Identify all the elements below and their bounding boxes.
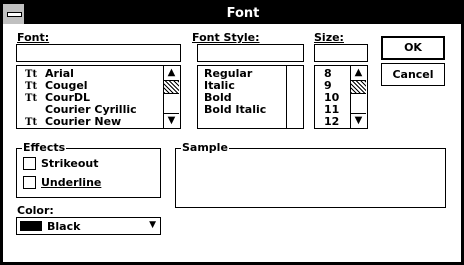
scroll-thumb[interactable] [164, 80, 179, 94]
scroll-thumb[interactable] [351, 80, 366, 94]
system-menu-icon [7, 12, 22, 17]
size-list[interactable]: 8 9 10 11 12 ▲ ▼ [314, 65, 368, 129]
color-value: Black [47, 220, 81, 233]
underline-label[interactable]: Underline [41, 176, 101, 189]
truetype-icon: Tt [25, 93, 38, 104]
truetype-icon: Tt [25, 117, 38, 128]
font-style-input[interactable] [197, 44, 304, 62]
window-title: Font [226, 6, 260, 21]
scroll-up-icon[interactable]: ▲ [351, 66, 366, 81]
strikeout-label[interactable]: Strikeout [41, 157, 99, 170]
size-label: Size: [314, 31, 344, 44]
font-list[interactable]: Tt Arial Tt Cougel Tt CourDL Courier Cyrill… [16, 65, 181, 129]
sample-group: Sample [175, 141, 446, 208]
cancel-button[interactable]: Cancel [381, 63, 445, 86]
scroll-up-icon[interactable]: ▲ [164, 66, 179, 81]
ok-button[interactable]: OK [381, 36, 445, 60]
system-menu-button[interactable] [3, 4, 25, 24]
dropdown-arrow-icon[interactable]: ▼ [149, 220, 156, 230]
font-name-input[interactable] [16, 44, 181, 62]
title-bar: Font [3, 4, 461, 24]
sample-label: Sample [181, 141, 229, 154]
color-dropdown[interactable]: Black ▼ [16, 217, 161, 235]
effects-label: Effects [22, 141, 67, 154]
effects-group: Effects [16, 141, 161, 198]
underline-checkbox[interactable] [23, 176, 36, 189]
font-style-list[interactable]: Regular Italic Bold Bold Italic [197, 65, 304, 129]
size-list-item[interactable]: 12 [324, 115, 339, 128]
color-label: Color: [17, 204, 54, 217]
font-style-item[interactable]: Bold Italic [204, 103, 266, 116]
font-style-scrollbar[interactable] [286, 66, 303, 128]
scroll-down-icon[interactable]: ▼ [351, 113, 366, 128]
strikeout-checkbox[interactable] [23, 157, 36, 170]
font-style-label: Font Style: [192, 31, 260, 44]
font-label: Font: [17, 31, 50, 44]
color-swatch [20, 221, 42, 231]
font-dialog: Font Font: Tt Arial Tt Cougel Tt CourDL Cou… [2, 3, 462, 263]
size-list-scrollbar[interactable]: ▲ ▼ [350, 66, 367, 128]
size-input[interactable] [314, 44, 368, 62]
scroll-down-icon[interactable]: ▼ [164, 113, 179, 128]
font-list-scrollbar[interactable]: ▲ ▼ [163, 66, 180, 128]
font-list-item[interactable]: Tt Courier New [25, 115, 121, 128]
